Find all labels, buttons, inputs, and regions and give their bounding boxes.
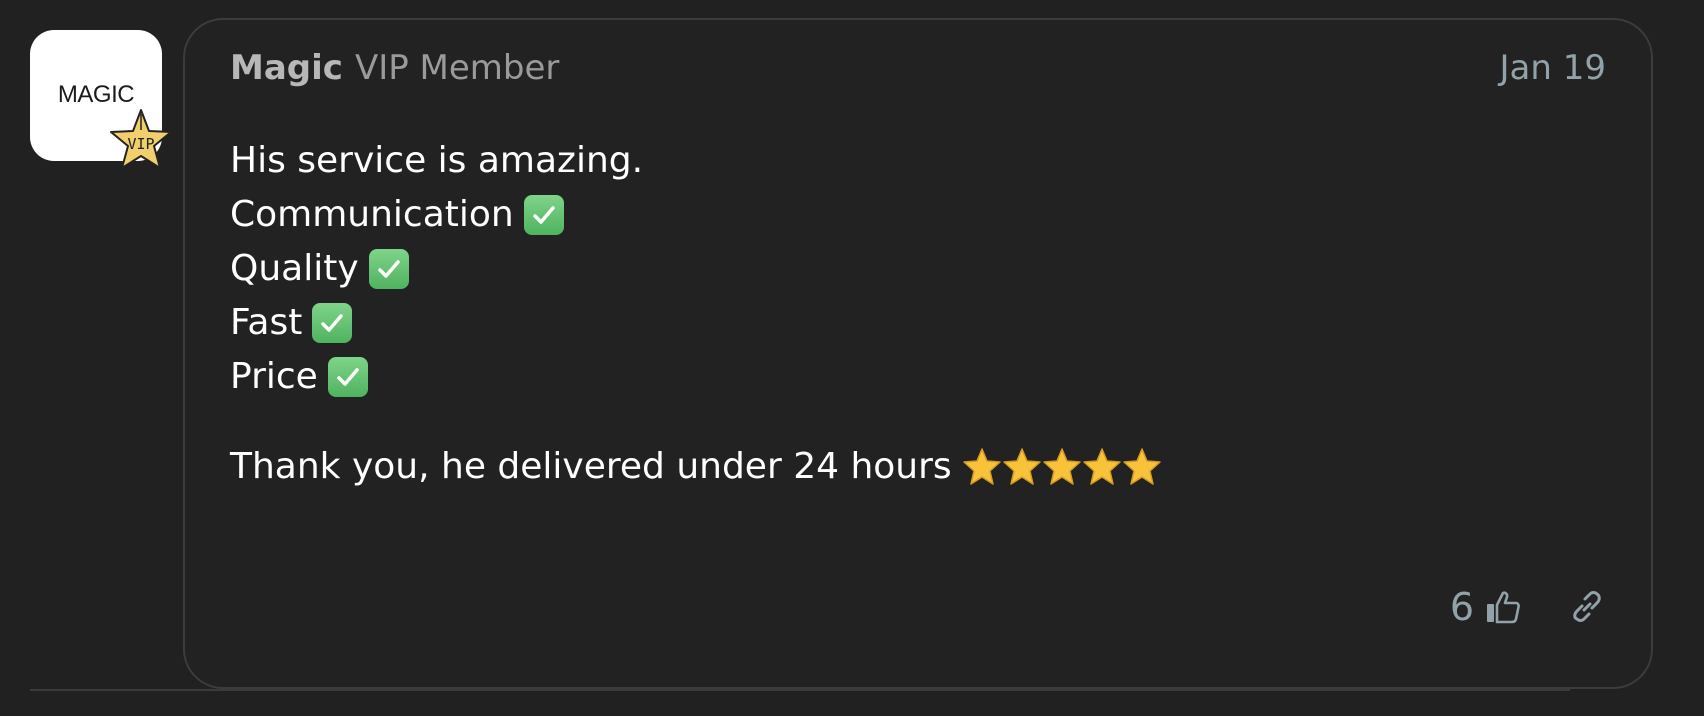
checklist-item: Fast	[230, 296, 1606, 350]
checklist-label: Quality	[230, 248, 359, 289]
checklist-item: Price	[230, 350, 1606, 404]
intro-line: His service is amazing.	[230, 134, 1606, 188]
intro-text: His service is amazing.	[230, 140, 644, 181]
post-date: Jan 19	[1499, 48, 1606, 88]
check-mark-icon	[523, 195, 564, 235]
copy-link-button[interactable]	[1568, 588, 1606, 626]
star-icon	[962, 448, 1001, 485]
review-post: MAGIC VIP Magic VIP Member Jan 19 His se…	[0, 0, 1704, 716]
member-status: VIP Member	[354, 48, 560, 88]
thumbs-up-icon	[1487, 591, 1520, 624]
author-name[interactable]: Magic	[230, 48, 343, 88]
closing-text: Thank you, he delivered under 24 hours	[230, 446, 952, 487]
check-mark-icon	[368, 249, 409, 289]
star-icon	[1122, 448, 1161, 485]
checklist-label: Communication	[230, 194, 514, 235]
post-footer: 6	[1450, 585, 1606, 629]
star-icon	[1082, 448, 1121, 485]
vip-badge-icon: VIP	[110, 109, 172, 169]
like-button[interactable]	[1484, 588, 1522, 626]
checklist-item: Communication	[230, 188, 1606, 242]
checklist-item: Quality	[230, 242, 1606, 296]
check-mark-icon	[312, 303, 353, 343]
review-card: Magic VIP Member Jan 19 His service is a…	[183, 18, 1653, 689]
checklist-label: Price	[230, 356, 318, 397]
check-mark-icon	[327, 357, 368, 397]
checklist-label: Fast	[230, 302, 303, 343]
like-count: 6	[1449, 585, 1474, 629]
vip-badge-text: VIP	[127, 135, 154, 153]
star-icon	[1042, 448, 1081, 485]
link-icon	[1573, 591, 1601, 622]
star-icon	[1002, 448, 1041, 485]
post-body: His service is amazing. Communication Qu…	[230, 134, 1606, 494]
divider	[30, 689, 1570, 691]
avatar-logo-text: MAGIC	[57, 80, 135, 108]
post-header: Magic VIP Member Jan 19	[230, 48, 1606, 88]
closing-line: Thank you, he delivered under 24 hours	[230, 440, 1606, 494]
rating-stars	[962, 447, 1162, 487]
